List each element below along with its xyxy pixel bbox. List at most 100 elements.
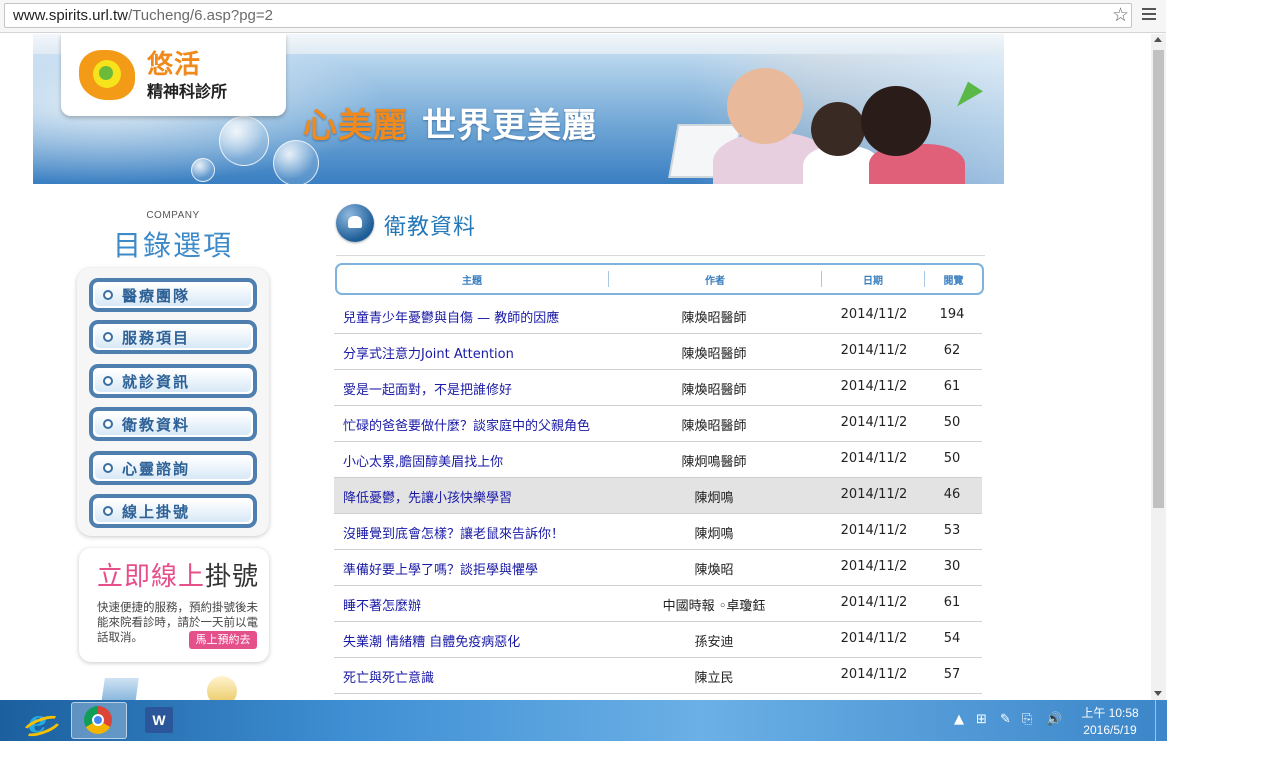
star-icon[interactable]: ☆ [1112,5,1129,25]
article-view-count: 30 [943,559,961,574]
table-row[interactable]: 降低憂鬱，先讓小孩快樂學習 陳炯鳴 2014/11/2 46 [334,478,982,514]
article-date: 2014/11/2 [840,451,908,466]
sidebar-menu: 醫療團隊 服務項目 就診資訊 衛教資料 心靈諮詢 線上掛號 [77,268,269,536]
article-title-link[interactable]: 小心太累,膽固醇美眉找上你 [343,451,503,470]
word-icon: W [145,707,173,733]
windows-taskbar: e W ▲ ⊞ ✎ ⎘ 🔊 上午 10:58 2016/5/19 [0,700,1167,741]
show-desktop-button[interactable] [1155,700,1168,741]
sidebar-item-counseling[interactable]: 心靈諮詢 [89,451,257,485]
windows-flag-icon[interactable]: ⊞ [976,712,987,728]
registration-title: 立即線上掛號 [97,562,260,592]
url-field[interactable]: www.spirits.url.tw/Tucheng/6.asp?pg=2 ☆ [4,3,1132,28]
article-author: 陳立民 [694,671,734,686]
article-title-link[interactable]: 死亡與死亡意識 [343,667,434,686]
people-icon [336,204,374,242]
article-title-link[interactable]: 忙碌的爸爸要做什麼？談家庭中的父親角色 [343,415,590,434]
article-author: 陳煥昭醫師 [681,383,747,398]
article-date: 2014/11/2 [840,523,908,538]
article-author: 陳煥昭醫師 [681,311,747,326]
article-date: 2014/11/2 [840,667,908,682]
logo-subtitle: 精神科診所 [147,82,228,101]
table-row[interactable]: 死亡與死亡意識 陳立民 2014/11/2 57 [334,658,982,694]
taskbar-chrome-button[interactable] [71,702,127,739]
power-plug-icon[interactable]: ⎘ [1022,712,1032,728]
promo-icon[interactable] [101,678,139,700]
article-author: 中國時報 ◦卓瓊鈺 [662,599,766,614]
article-view-count: 46 [943,487,961,502]
article-date: 2014/11/2 [840,631,908,646]
article-title-link[interactable]: 分享式注意力Joint Attention [343,343,514,362]
table-row[interactable]: 愛是一起面對，不是把誰修好 陳煥昭醫師 2014/11/2 61 [334,370,982,406]
show-hidden-icons-arrow-icon[interactable]: ▲ [954,712,964,728]
clock-date: 2016/5/19 [1083,723,1137,737]
table-row[interactable]: 小心太累,膽固醇美眉找上你 陳炯鳴醫師 2014/11/2 50 [334,442,982,478]
table-row[interactable]: 睡不著怎麼辦 中國時報 ◦卓瓊鈺 2014/11/2 61 [334,586,982,622]
scroll-up-arrow-icon[interactable] [1154,37,1162,42]
table-row[interactable]: 分享式注意力Joint Attention 陳煥昭醫師 2014/11/2 62 [334,334,982,370]
article-list: 兒童青少年憂鬱與自傷 — 教師的因應 陳煥昭醫師 2014/11/2 194 分享式注意… [334,298,982,694]
table-row[interactable]: 沒睡覺到底會怎樣？讓老鼠來告訴你！ 陳炯鳴 2014/11/2 53 [334,514,982,550]
article-date: 2014/11/2 [840,415,908,430]
clinic-logo[interactable]: 悠活 精神科診所 [61,34,286,116]
sidebar-item-services[interactable]: 服務項目 [89,320,257,354]
article-title-link[interactable]: 兒童青少年憂鬱與自傷 — 教師的因應 [343,307,559,326]
sidebar-item-health-education[interactable]: 衛教資料 [89,407,257,441]
article-date: 2014/11/2 [840,343,908,358]
article-view-count: 61 [943,379,961,394]
clock-time: 上午 10:58 [1081,706,1139,720]
address-bar: www.spirits.url.tw/Tucheng/6.asp?pg=2 ☆ [0,0,1166,33]
logo-name: 悠活 [147,50,202,80]
article-title-link[interactable]: 降低憂鬱，先讓小孩快樂學習 [343,487,512,506]
article-title-link[interactable]: 準備好要上學了嗎？談拒學與懼學 [343,559,538,578]
banner-slogan: 心美麗 世界更美麗 [303,106,597,146]
online-registration-card[interactable]: 立即線上掛號 快速便捷的服務，預約掛號後未能來院看診時，請於一天前以電話取消。 … [79,548,269,662]
taskbar-ie-button[interactable]: e [10,702,66,741]
promo-icon[interactable] [207,676,237,700]
article-author: 陳炯鳴 [694,491,734,506]
header-author: 作者 [705,276,725,287]
taskbar-clock[interactable]: 上午 10:58 2016/5/19 [1072,705,1148,739]
article-view-count: 50 [943,415,961,430]
header-views: 閱覽 [943,276,964,287]
header-title: 主題 [462,276,482,287]
bubble-decoration [219,116,269,166]
pin-icon[interactable]: ✎ [1000,712,1011,728]
article-view-count: 54 [943,631,961,646]
sidebar-title: 目錄選項 [112,229,233,262]
table-row[interactable]: 忙碌的爸爸要做什麼？談家庭中的父親角色 陳煥昭醫師 2014/11/2 50 [334,406,982,442]
article-title-link[interactable]: 失業潮 情緒糟 自體免疫病惡化 [343,631,520,650]
vertical-scrollbar[interactable] [1151,34,1166,700]
bubble-decoration [191,158,215,182]
book-now-button[interactable]: 馬上預約去 [189,631,257,649]
article-title-link[interactable]: 沒睡覺到底會怎樣？讓老鼠來告訴你！ [343,523,564,542]
article-author: 陳炯鳴醫師 [681,455,747,470]
article-title-link[interactable]: 睡不著怎麼辦 [343,595,421,614]
bottom-promo-icons [99,670,249,700]
table-header: 主題 作者 日期 閱覽 [335,263,984,295]
scroll-down-arrow-icon[interactable] [1154,691,1162,696]
url-text[interactable]: www.spirits.url.tw/Tucheng/6.asp?pg=2 [13,7,273,25]
table-row[interactable]: 兒童青少年憂鬱與自傷 — 教師的因應 陳煥昭醫師 2014/11/2 194 [334,298,982,334]
article-view-count: 57 [943,667,961,682]
speaker-icon[interactable]: 🔊 [1046,712,1062,728]
web-page: 心美麗 世界更美麗 悠活 精神科診所 COMPANY 目錄選項 醫療團隊 服務項目… [33,34,1004,700]
sidebar-item-visit-info[interactable]: 就診資訊 [89,364,257,398]
article-date: 2014/11/2 [840,307,908,322]
article-author: 陳煥昭醫師 [681,347,747,362]
article-date: 2014/11/2 [840,487,908,502]
sidebar-item-medical-team[interactable]: 醫療團隊 [89,278,257,312]
article-author: 陳煥昭 [694,563,734,578]
table-row[interactable]: 失業潮 情緒糟 自體免疫病惡化 孫安迪 2014/11/2 54 [334,622,982,658]
sidebar-company-label: COMPANY [146,210,200,221]
scroll-thumb[interactable] [1153,50,1164,508]
taskbar-word-button[interactable]: W [131,702,187,739]
hamburger-menu-icon[interactable] [1142,8,1156,22]
article-view-count: 62 [943,343,961,358]
sidebar-item-online-registration[interactable]: 線上掛號 [89,494,257,528]
page-title: 衛教資料 [384,215,477,240]
article-view-count: 53 [943,523,961,538]
table-row[interactable]: 準備好要上學了嗎？談拒學與懼學 陳煥昭 2014/11/2 30 [334,550,982,586]
article-date: 2014/11/2 [840,559,908,574]
title-divider [336,255,985,256]
article-title-link[interactable]: 愛是一起面對，不是把誰修好 [343,379,512,398]
